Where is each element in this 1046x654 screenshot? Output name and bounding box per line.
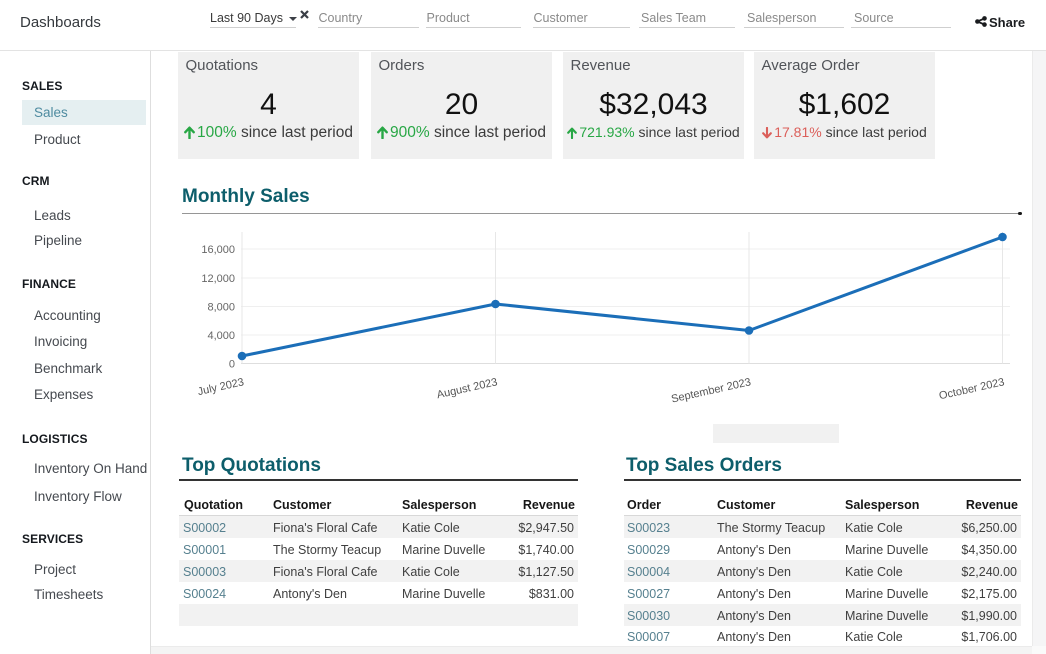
- svg-text:4,000: 4,000: [207, 330, 235, 342]
- svg-text:8,000: 8,000: [207, 302, 235, 314]
- svg-text:September 2023: September 2023: [670, 376, 752, 405]
- svg-text:16,000: 16,000: [201, 244, 235, 256]
- svg-text:July 2023: July 2023: [197, 376, 246, 398]
- svg-text:12,000: 12,000: [201, 273, 235, 285]
- svg-text:August 2023: August 2023: [436, 376, 499, 401]
- svg-text:0: 0: [229, 359, 235, 371]
- svg-text:October 2023: October 2023: [938, 376, 1006, 402]
